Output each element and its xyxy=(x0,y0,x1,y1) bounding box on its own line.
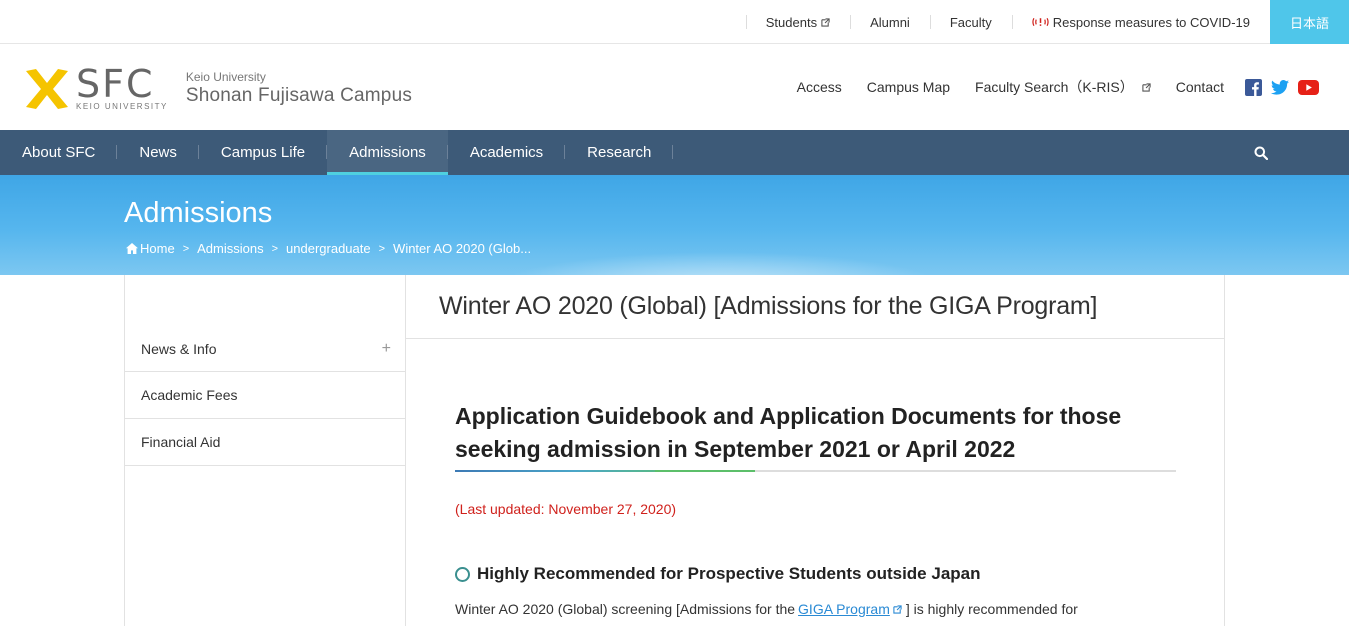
home-icon xyxy=(126,243,138,254)
main-content: Winter AO 2020 (Global) [Admissions for … xyxy=(406,275,1225,626)
social-links xyxy=(1236,78,1319,96)
logo-sfc-subtext: KEIO UNIVERSITY xyxy=(76,102,168,111)
main-nav-label: Admissions xyxy=(349,144,426,161)
section-divider-accent xyxy=(455,470,655,472)
site-header: SFC KEIO UNIVERSITY Keio University Shon… xyxy=(0,44,1349,130)
utility-link-label: Alumni xyxy=(870,14,910,30)
sidebar-item-academic-fees[interactable]: Academic Fees xyxy=(125,372,405,419)
sidebar: News & Info + Academic Fees Financial Ai… xyxy=(124,275,406,626)
paragraph-text-after: ] is highly recommended for xyxy=(905,601,1078,617)
hero-title: Admissions xyxy=(124,197,273,229)
main-nav-research[interactable]: Research xyxy=(565,130,674,175)
language-label: 日本語 xyxy=(1289,15,1329,31)
header-link-campus-map[interactable]: Campus Map xyxy=(867,79,950,95)
breadcrumb-current: Winter AO 2020 (Glob... xyxy=(393,241,532,256)
twitter-icon[interactable] xyxy=(1271,79,1289,95)
main-nav-academics[interactable]: Academics xyxy=(448,130,566,175)
main-nav-label: About SFC xyxy=(22,144,96,161)
sidebar-item-label: Financial Aid xyxy=(141,434,221,450)
paragraph-text-before: Winter AO 2020 (Global) screening [Admis… xyxy=(455,601,796,617)
main-nav-news[interactable]: News xyxy=(117,130,199,175)
logo-campus-text: Shonan Fujisawa Campus xyxy=(185,85,413,106)
external-link-icon xyxy=(893,604,902,614)
section-divider-accent-green xyxy=(655,470,755,472)
main-nav-label: News xyxy=(139,144,177,161)
main-nav-label: Academics xyxy=(469,144,544,161)
main-nav-about-sfc[interactable]: About SFC xyxy=(0,130,118,175)
expand-plus-icon[interactable]: + xyxy=(382,340,391,358)
utility-link-label: Students xyxy=(765,14,818,30)
header-link-label: Access xyxy=(796,79,842,95)
header-link-label: Faculty Search（K-RIS） xyxy=(975,79,1134,95)
utility-link-faculty[interactable]: Faculty xyxy=(929,14,1012,30)
logo-keio-text: Keio University xyxy=(185,70,266,84)
sidebar-item-label: News & Info xyxy=(141,340,217,357)
page-hero: Admissions Home > Admissions > undergrad… xyxy=(0,175,1349,275)
utility-bar: Students Alumni Faculty Response measure… xyxy=(0,0,1349,44)
utility-links: Students Alumni Faculty Response measure… xyxy=(745,0,1270,44)
header-link-access[interactable]: Access xyxy=(797,79,842,95)
main-nav-label: Research xyxy=(587,144,652,161)
breadcrumb-admissions[interactable]: Admissions xyxy=(197,241,263,256)
alert-icon xyxy=(1032,17,1049,27)
utility-link-covid[interactable]: Response measures to COVID-19 xyxy=(1011,14,1270,30)
header-link-label: Contact xyxy=(1175,79,1224,95)
breadcrumb-undergraduate[interactable]: undergraduate xyxy=(286,241,371,256)
sidebar-item-label: Academic Fees xyxy=(141,387,238,403)
sidebar-list: News & Info + Academic Fees Financial Ai… xyxy=(125,325,405,466)
logo-sfc-text: SFC xyxy=(76,62,155,106)
chevron-right-icon: > xyxy=(271,242,279,255)
breadcrumb: Home > Admissions > undergraduate > Wint… xyxy=(126,241,531,256)
header-link-label: Campus Map xyxy=(866,79,951,95)
youtube-icon[interactable] xyxy=(1298,79,1319,95)
page-title: Winter AO 2020 (Global) [Admissions for … xyxy=(439,292,1098,320)
sidebar-item-news-info[interactable]: News & Info + xyxy=(125,325,405,372)
facebook-icon[interactable] xyxy=(1245,78,1262,96)
covid-link-label: Response measures to COVID-19 xyxy=(1052,14,1250,30)
main-nav-campus-life[interactable]: Campus Life xyxy=(199,130,328,175)
chevron-right-icon: > xyxy=(182,242,190,255)
language-switch-button[interactable]: 日本語 xyxy=(1270,0,1349,44)
header-link-contact[interactable]: Contact xyxy=(1176,79,1224,95)
header-link-faculty-search[interactable]: Faculty Search（K-RIS） xyxy=(975,77,1151,97)
sub-heading: Highly Recommended for Prospective Stude… xyxy=(455,564,981,584)
utility-link-label: Faculty xyxy=(949,14,992,30)
external-link-icon xyxy=(821,17,830,27)
logo-campus-block: Keio University Shonan Fujisawa Campus xyxy=(186,70,412,107)
chevron-right-icon: > xyxy=(378,242,386,255)
main-nav: About SFC News Campus Life Admissions Ac… xyxy=(0,130,1349,175)
circle-bullet-icon xyxy=(455,566,470,582)
site-logo[interactable]: SFC KEIO UNIVERSITY Keio University Shon… xyxy=(24,62,412,111)
sub-heading-text: Highly Recommended for Prospective Stude… xyxy=(477,564,981,583)
body-paragraph: Winter AO 2020 (Global) screening [Admis… xyxy=(455,601,1078,617)
main-nav-admissions[interactable]: Admissions xyxy=(327,130,448,175)
sfc-logo-mark-icon xyxy=(26,69,68,109)
last-updated-note: (Last updated: November 27, 2020) xyxy=(455,501,677,517)
logo-sfc-block: SFC KEIO UNIVERSITY xyxy=(76,62,168,111)
search-icon[interactable] xyxy=(1254,146,1268,160)
external-link-icon xyxy=(1142,82,1151,92)
breadcrumb-home[interactable]: Home xyxy=(140,241,175,256)
utility-link-students[interactable]: Students xyxy=(745,14,850,30)
main-nav-label: Campus Life xyxy=(220,144,306,161)
page-title-bar: Winter AO 2020 (Global) [Admissions for … xyxy=(406,275,1224,339)
header-nav: Access Campus Map Faculty Search（K-RIS） … xyxy=(772,44,1319,130)
sidebar-item-financial-aid[interactable]: Financial Aid xyxy=(125,419,405,466)
section-title: Application Guidebook and Application Do… xyxy=(455,403,1122,462)
main-nav-items: About SFC News Campus Life Admissions Ac… xyxy=(0,130,1349,175)
giga-program-link[interactable]: GIGA Program xyxy=(798,601,890,617)
utility-link-alumni[interactable]: Alumni xyxy=(850,15,930,30)
